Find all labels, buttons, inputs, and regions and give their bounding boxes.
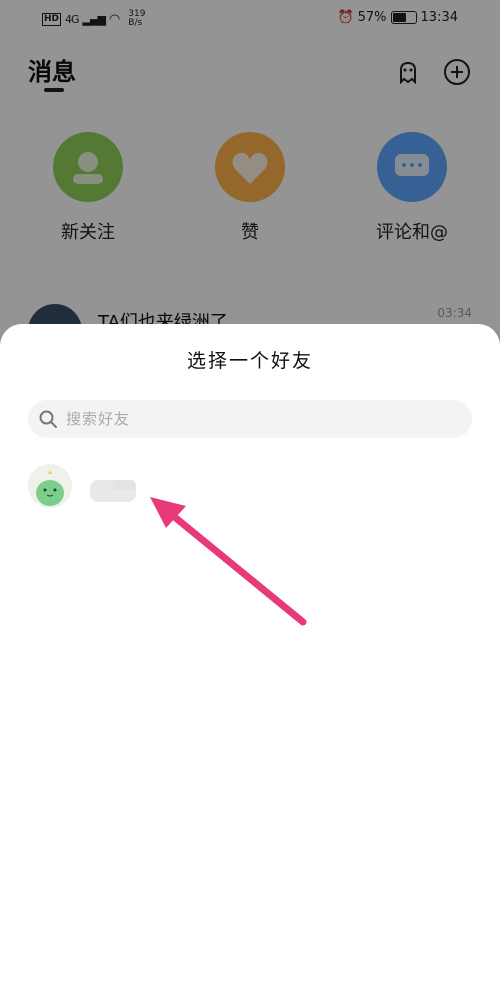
friend-name-redacted-part: [112, 480, 136, 490]
search-box[interactable]: [28, 400, 472, 438]
search-input[interactable]: [66, 400, 456, 438]
friend-item[interactable]: [28, 464, 472, 510]
green-dino-avatar: [28, 464, 72, 508]
select-friend-sheet: 选择一个好友: [0, 324, 500, 1002]
search-icon: [39, 410, 57, 428]
sheet-title: 选择一个好友: [186, 350, 313, 372]
